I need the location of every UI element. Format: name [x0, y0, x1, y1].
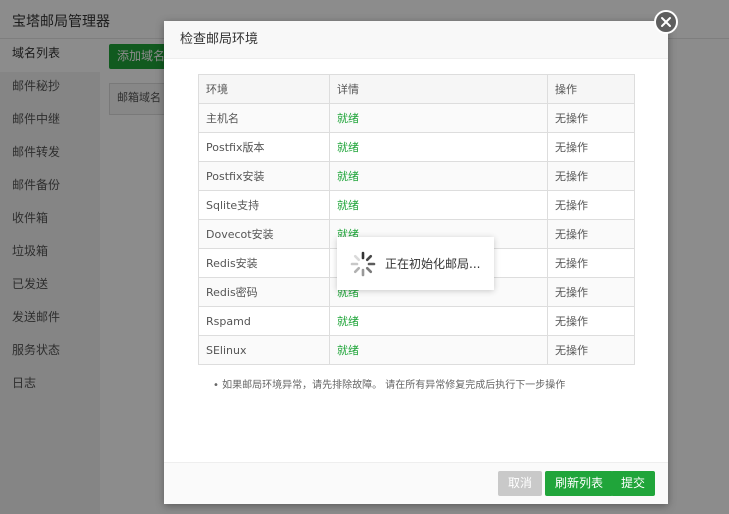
env-name: SElinux — [198, 335, 330, 365]
env-status: 就绪 — [329, 306, 548, 336]
env-status: 就绪 — [329, 103, 548, 133]
env-name: Postfix安装 — [198, 161, 330, 191]
env-action: 无操作 — [547, 103, 635, 133]
table-header-row: 环境 详情 操作 — [198, 74, 635, 104]
refresh-list-button[interactable]: 刷新列表 — [545, 471, 614, 496]
table-row: Rspamd 就绪 无操作 — [198, 306, 635, 336]
loading-toast: 正在初始化邮局... — [337, 237, 494, 290]
env-action: 无操作 — [547, 161, 635, 191]
env-name: Redis安装 — [198, 248, 330, 278]
header-action: 操作 — [547, 74, 635, 104]
environment-table: 环境 详情 操作 主机名 就绪 无操作 Postfix版本 就绪 无操作 Pos… — [198, 74, 635, 365]
env-name: 主机名 — [198, 103, 330, 133]
cancel-button[interactable]: 取消 — [498, 471, 543, 496]
env-action: 无操作 — [547, 277, 635, 307]
env-action: 无操作 — [547, 219, 635, 249]
loading-text: 正在初始化邮局... — [385, 257, 481, 271]
submit-button[interactable]: 提交 — [611, 471, 656, 496]
table-row: 主机名 就绪 无操作 — [198, 103, 635, 133]
env-action: 无操作 — [547, 190, 635, 220]
table-row: Postfix版本 就绪 无操作 — [198, 132, 635, 162]
env-status: 就绪 — [329, 132, 548, 162]
env-name: Dovecot安装 — [198, 219, 330, 249]
table-row: Sqlite支持 就绪 无操作 — [198, 190, 635, 220]
env-status: 就绪 — [329, 161, 548, 191]
env-name: Postfix版本 — [198, 132, 330, 162]
table-row: SElinux 就绪 无操作 — [198, 335, 635, 365]
env-action: 无操作 — [547, 248, 635, 278]
loading-spinner-icon — [350, 251, 376, 276]
bullet-icon: • — [213, 380, 219, 391]
header-detail: 详情 — [329, 74, 548, 104]
env-action: 无操作 — [547, 132, 635, 162]
env-status: 就绪 — [329, 190, 548, 220]
env-name: Redis密码 — [198, 277, 330, 307]
env-action: 无操作 — [547, 335, 635, 365]
help-tip-text: 如果邮局环境异常，请先排除故障。 请在所有异常修复完成后执行下一步操作 — [222, 380, 566, 391]
dialog-title: 检查邮局环境 — [164, 21, 668, 59]
header-env: 环境 — [198, 74, 330, 104]
env-status: 就绪 — [329, 335, 548, 365]
close-icon[interactable] — [654, 10, 678, 34]
dialog-footer: 取消 刷新列表 提交 — [164, 462, 668, 504]
help-tip: • 如果邮局环境异常，请先排除故障。 请在所有异常修复完成后执行下一步操作 — [213, 376, 565, 391]
env-name: Sqlite支持 — [198, 190, 330, 220]
env-action: 无操作 — [547, 306, 635, 336]
env-name: Rspamd — [198, 306, 330, 336]
table-row: Postfix安装 就绪 无操作 — [198, 161, 635, 191]
